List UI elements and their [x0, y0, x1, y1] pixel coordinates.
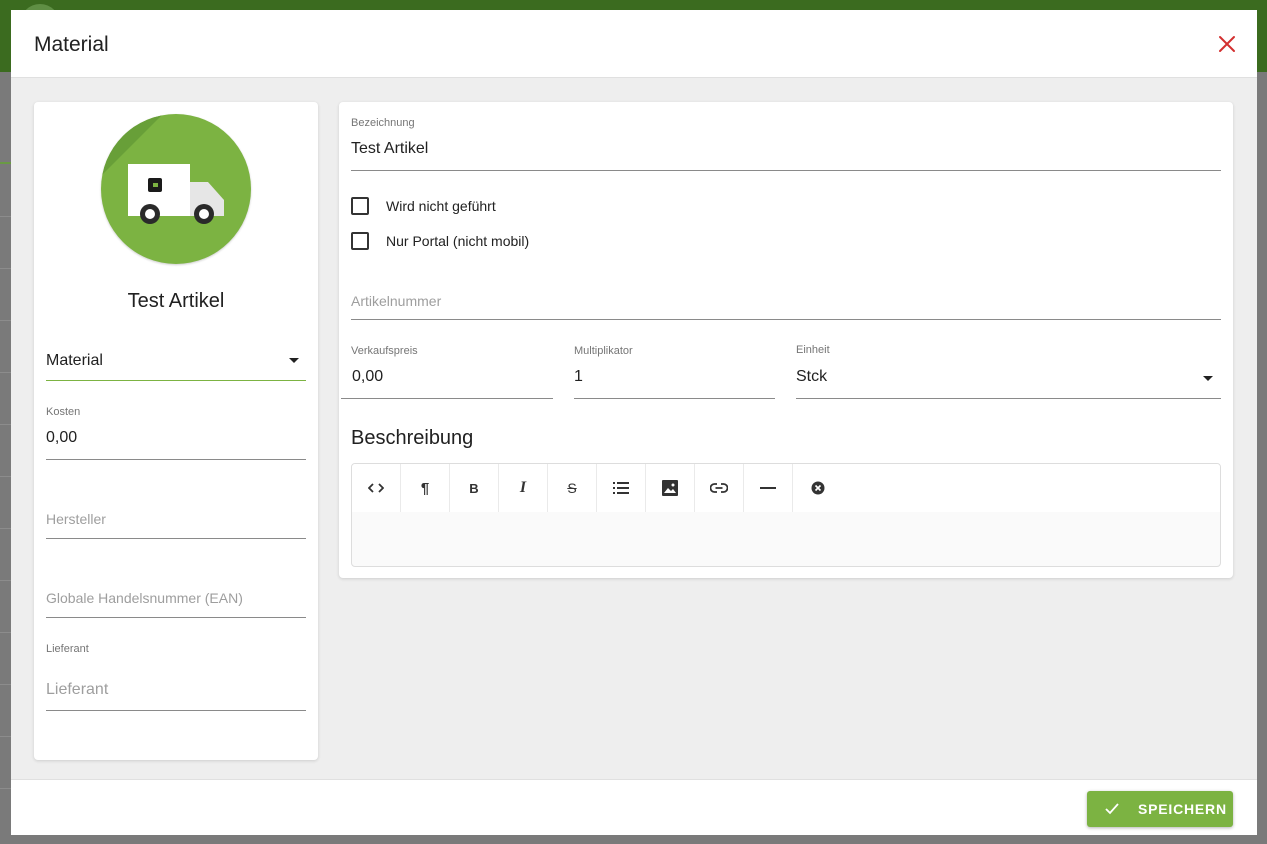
type-select-value: Material — [46, 352, 103, 369]
nur-portal-row: Nur Portal (nicht mobil) — [351, 232, 529, 250]
nur-portal-label: Nur Portal (nicht mobil) — [386, 233, 530, 249]
item-name-heading: Test Artikel — [127, 290, 225, 312]
multiplikator-label: Multiplikator — [574, 345, 633, 357]
paragraph-icon: ¶ — [420, 479, 430, 497]
horizontal-rule-icon — [760, 487, 776, 489]
code-icon — [368, 483, 384, 493]
chevron-down-icon — [289, 358, 299, 363]
editor-toolbar: ¶ B I S — [352, 464, 1220, 512]
item-summary-card: Test Artikel Material Kosten 0,00 Herste… — [34, 102, 318, 760]
type-select[interactable]: Material — [46, 348, 306, 388]
verkaufspreis-value: 0,00 — [352, 368, 384, 385]
insert-link-button[interactable] — [695, 464, 744, 512]
einheit-underline — [796, 398, 1221, 399]
image-icon — [662, 480, 678, 496]
lieferant-underline — [46, 710, 306, 711]
clear-format-button[interactable] — [793, 464, 842, 512]
artikelnummer-field[interactable]: Artikelnummer — [351, 290, 1221, 322]
close-button[interactable] — [1215, 32, 1239, 56]
list-icon — [613, 482, 629, 494]
ean-underline — [46, 617, 306, 618]
wird-nicht-gefuehrt-label: Wird nicht geführt — [386, 198, 496, 214]
einheit-select[interactable]: Einheit Stck — [796, 344, 1221, 401]
italic-icon: I — [519, 479, 527, 496]
nur-portal-checkbox[interactable] — [351, 232, 369, 250]
chevron-down-icon — [1203, 376, 1213, 381]
save-button[interactable]: SPEICHERN — [1087, 791, 1233, 827]
lieferant-label: Lieferant — [46, 643, 89, 655]
save-button-label: SPEICHERN — [1138, 801, 1227, 817]
bezeichnung-underline — [351, 170, 1221, 171]
artikelnummer-placeholder: Artikelnummer — [351, 293, 442, 309]
lieferant-placeholder: Lieferant — [46, 681, 109, 698]
paragraph-button[interactable]: ¶ — [401, 464, 450, 512]
ean-placeholder: Globale Handelsnummer (EAN) — [46, 590, 243, 606]
bezeichnung-label: Bezeichnung — [351, 117, 415, 129]
dialog-header: Material — [11, 10, 1257, 78]
close-icon — [1219, 36, 1235, 52]
strikethrough-icon: S — [567, 480, 577, 496]
wird-nicht-gefuehrt-row: Wird nicht geführt — [351, 197, 496, 215]
item-details-card: Bezeichnung Test Artikel Wird nicht gefü… — [339, 102, 1233, 578]
material-dialog: Material Test Artikel Material Kosten 0,… — [11, 10, 1257, 835]
bezeichnung-field[interactable]: Bezeichnung Test Artikel — [351, 117, 1221, 171]
bold-icon: B — [469, 480, 479, 496]
check-icon — [1105, 803, 1119, 815]
verkaufspreis-field[interactable]: Verkaufspreis 0,00 — [341, 345, 553, 401]
bullet-list-button[interactable] — [597, 464, 646, 512]
wird-nicht-gefuehrt-checkbox[interactable] — [351, 197, 369, 215]
artikelnummer-underline — [351, 319, 1221, 320]
beschreibung-editor: ¶ B I S — [351, 463, 1221, 567]
code-view-button[interactable] — [352, 464, 401, 512]
einheit-label: Einheit — [796, 344, 830, 356]
strikethrough-button[interactable]: S — [548, 464, 597, 512]
multiplikator-field[interactable]: Multiplikator 1 — [574, 345, 775, 401]
kosten-field[interactable]: Kosten 0,00 — [46, 406, 306, 462]
hersteller-field[interactable]: Hersteller — [46, 508, 306, 544]
beschreibung-heading: Beschreibung — [351, 427, 474, 449]
dialog-title: Material — [34, 33, 109, 56]
insert-image-button[interactable] — [646, 464, 695, 512]
verkaufspreis-label: Verkaufspreis — [351, 345, 418, 357]
kosten-label: Kosten — [46, 406, 81, 418]
hersteller-placeholder: Hersteller — [46, 511, 106, 527]
dialog-footer: SPEICHERN — [11, 779, 1257, 835]
ean-field[interactable]: Globale Handelsnummer (EAN) — [46, 587, 306, 623]
clear-format-icon — [811, 481, 824, 495]
einheit-value: Stck — [796, 368, 828, 385]
bold-button[interactable]: B — [450, 464, 499, 512]
kosten-underline — [46, 459, 306, 460]
multiplikator-value: 1 — [574, 368, 583, 385]
type-select-underline — [46, 380, 306, 381]
bezeichnung-value: Test Artikel — [351, 140, 429, 157]
kosten-value: 0,00 — [46, 429, 78, 446]
hersteller-underline — [46, 538, 306, 539]
lieferant-field[interactable]: Lieferant Lieferant — [46, 643, 306, 713]
verkaufspreis-underline — [341, 398, 553, 399]
truck-icon — [128, 164, 224, 224]
horizontal-rule-button[interactable] — [744, 464, 793, 512]
item-avatar — [101, 114, 251, 264]
italic-button[interactable]: I — [499, 464, 548, 512]
multiplikator-underline — [574, 398, 775, 399]
editor-content-area[interactable] — [352, 512, 1220, 566]
link-icon — [710, 483, 728, 493]
